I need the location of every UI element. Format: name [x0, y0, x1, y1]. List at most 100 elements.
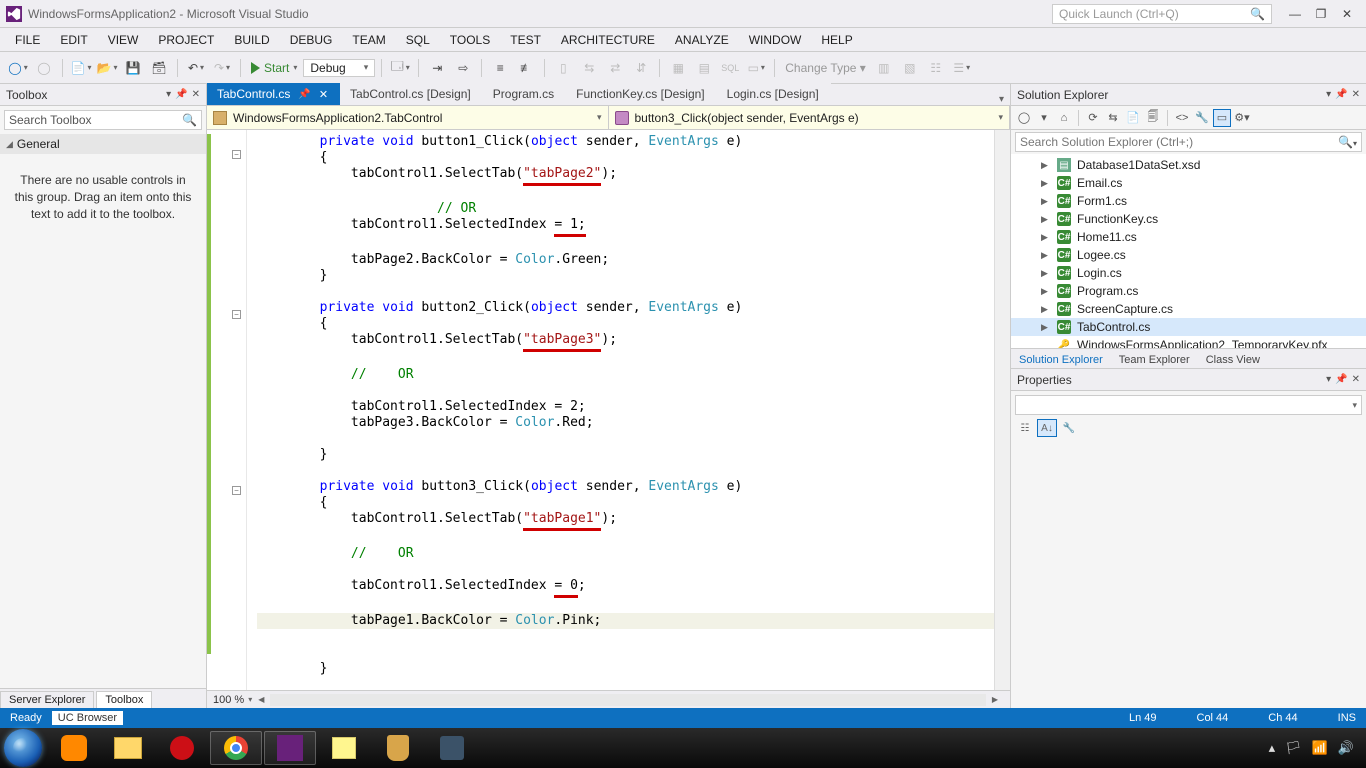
solution-tree[interactable]: ▶▤Database1DataSet.xsd▶C#Email.cs▶C#Form… [1011, 154, 1366, 348]
expand-icon[interactable]: ▶ [1041, 304, 1051, 315]
outline-toggle[interactable]: − [232, 150, 241, 159]
preview-icon[interactable]: ▭ [1213, 109, 1231, 127]
panel-pin-icon[interactable]: 📌 [175, 89, 187, 100]
expand-icon[interactable]: ▶ [1041, 160, 1051, 171]
tree-item[interactable]: ▶C#Logee.cs [1011, 246, 1366, 264]
tree-item[interactable]: ▶C#FunctionKey.cs [1011, 210, 1366, 228]
categorized-icon[interactable]: ☷ [1015, 419, 1035, 437]
menu-file[interactable]: FILE [6, 31, 49, 49]
start-debug-button[interactable]: Start ▾ [247, 61, 301, 75]
tree-item[interactable]: ▶C#Form1.cs [1011, 192, 1366, 210]
panel-options-icon[interactable]: ▾ [166, 89, 171, 100]
col-btn-1[interactable]: ▥ [872, 57, 896, 79]
panel-close-icon[interactable]: ✕ [192, 89, 200, 100]
panel-options-icon[interactable]: ▾ [1326, 89, 1331, 100]
close-button[interactable]: ✕ [1334, 7, 1360, 21]
menu-debug[interactable]: DEBUG [281, 31, 342, 49]
tab-class-view[interactable]: Class View [1198, 352, 1268, 368]
new-project-button[interactable]: 📄 [69, 57, 93, 79]
menu-view[interactable]: VIEW [99, 31, 148, 49]
flag-icon[interactable]: 🏳 [1285, 740, 1302, 756]
props-page-icon[interactable]: 🔧 [1059, 419, 1079, 437]
zoom-level[interactable]: 100 % [213, 694, 244, 706]
tab-toolbox[interactable]: Toolbox [96, 691, 152, 708]
code-icon[interactable]: <> [1173, 109, 1191, 127]
sync-icon[interactable]: ⇆ [1104, 109, 1122, 127]
undo-button[interactable]: ↶ [184, 57, 208, 79]
tree-item[interactable]: ▶C#ScreenCapture.cs [1011, 300, 1366, 318]
save-all-button[interactable]: 🗃 [147, 57, 171, 79]
taskbar-uc-browser[interactable] [48, 731, 100, 765]
col-btn-4[interactable]: ☰ [950, 57, 974, 79]
toolbar-btn-a[interactable]: ▯ [551, 57, 575, 79]
taskbar-chrome[interactable] [210, 731, 262, 765]
expand-icon[interactable]: ▶ [1041, 214, 1051, 225]
properties-object-select[interactable]: ▾ [1015, 395, 1362, 415]
editor-tab-functionkey-design[interactable]: FunctionKey.cs [Design] [566, 83, 717, 105]
member-selector[interactable]: button3_Click(object sender, EventArgs e… [609, 106, 1011, 129]
tree-item[interactable]: ▶▤Database1DataSet.xsd [1011, 156, 1366, 174]
tab-server-explorer[interactable]: Server Explorer [0, 691, 94, 708]
outline-toggle[interactable]: − [232, 310, 241, 319]
step-over-button[interactable]: ⇨ [451, 57, 475, 79]
editor-tab-tabcontrol-cs[interactable]: TabControl.cs 📌 ✕ [207, 83, 340, 105]
grid-button[interactable]: ▦ [666, 57, 690, 79]
menu-team[interactable]: TEAM [343, 31, 394, 49]
view-icon[interactable]: ⚙▾ [1233, 109, 1251, 127]
uncomment-button[interactable]: ≢ [514, 57, 538, 79]
solution-search-input[interactable]: Search Solution Explorer (Ctrl+;) 🔍▾ [1015, 132, 1362, 152]
tab-team-explorer[interactable]: Team Explorer [1111, 352, 1198, 368]
change-type-dropdown[interactable]: Change Type ▾ [781, 61, 870, 75]
panel-options-icon[interactable]: ▾ [1326, 374, 1331, 385]
expand-icon[interactable]: ▶ [1041, 250, 1051, 261]
class-selector[interactable]: WindowsFormsApplication2.TabControl [207, 106, 609, 129]
panel-close-icon[interactable]: ✕ [1352, 374, 1360, 385]
menu-edit[interactable]: EDIT [51, 31, 96, 49]
toolbar-btn-b[interactable]: ⇆ [577, 57, 601, 79]
sql-button[interactable]: SQL [718, 57, 742, 79]
show-hidden-icon[interactable]: ▴ [1269, 740, 1276, 756]
outline-toggle[interactable]: − [232, 486, 241, 495]
tree-item[interactable]: ▶C#TabControl.cs [1011, 318, 1366, 336]
show-all-icon[interactable]: 🗐 [1144, 109, 1162, 127]
editor-tab-program-cs[interactable]: Program.cs [483, 83, 566, 105]
home-icon[interactable]: ⌂ [1055, 109, 1073, 127]
back-icon[interactable]: ◯ [1015, 109, 1033, 127]
panel-pin-icon[interactable]: 📌 [1335, 89, 1347, 100]
nav-back-button[interactable]: ◯ [6, 57, 30, 79]
toolbar-btn-c[interactable]: ⇄ [603, 57, 627, 79]
menu-help[interactable]: HELP [812, 31, 861, 49]
editor-tab-tabcontrol-design[interactable]: TabControl.cs [Design] [340, 83, 483, 105]
menu-architecture[interactable]: ARCHITECTURE [552, 31, 664, 49]
toolbox-group-general[interactable]: General [0, 134, 206, 154]
tab-solution-explorer[interactable]: Solution Explorer [1011, 352, 1111, 368]
step-into-button[interactable]: ⇥ [425, 57, 449, 79]
tree-item[interactable]: 🔑WindowsFormsApplication2_TemporaryKey.p… [1011, 336, 1366, 348]
taskbar-sticky-notes[interactable] [318, 731, 370, 765]
tree-item[interactable]: ▶C#Email.cs [1011, 174, 1366, 192]
collapse-icon[interactable]: 📄 [1124, 109, 1142, 127]
taskbar-android-studio[interactable] [426, 731, 478, 765]
panel-close-icon[interactable]: ✕ [1352, 89, 1360, 100]
menu-tools[interactable]: TOOLS [441, 31, 499, 49]
expand-icon[interactable]: ▶ [1041, 232, 1051, 243]
minimize-button[interactable]: — [1282, 7, 1308, 21]
start-orb[interactable] [4, 729, 42, 767]
taskbar-explorer[interactable] [102, 731, 154, 765]
menu-analyze[interactable]: ANALYZE [666, 31, 738, 49]
comment-button[interactable]: ≡ [488, 57, 512, 79]
scroll-left-button[interactable]: ◀ [258, 695, 264, 704]
quick-launch-input[interactable]: Quick Launch (Ctrl+Q) 🔍 [1052, 4, 1272, 24]
taskbar-opera[interactable] [156, 731, 208, 765]
panel-pin-icon[interactable]: 📌 [1335, 374, 1347, 385]
save-button[interactable]: 💾 [121, 57, 145, 79]
expand-icon[interactable]: ▶ [1041, 178, 1051, 189]
status-uc-browser[interactable]: UC Browser [52, 711, 123, 725]
nav-forward-button[interactable]: ◯ [32, 57, 56, 79]
fwd-icon[interactable]: ▾ [1035, 109, 1053, 127]
table-button[interactable]: ▤ [692, 57, 716, 79]
taskbar-ccleaner[interactable] [372, 731, 424, 765]
toolbar-btn-d[interactable]: ⇵ [629, 57, 653, 79]
properties-icon[interactable]: 🔧 [1193, 109, 1211, 127]
pin-icon[interactable]: 📌 [298, 89, 310, 100]
